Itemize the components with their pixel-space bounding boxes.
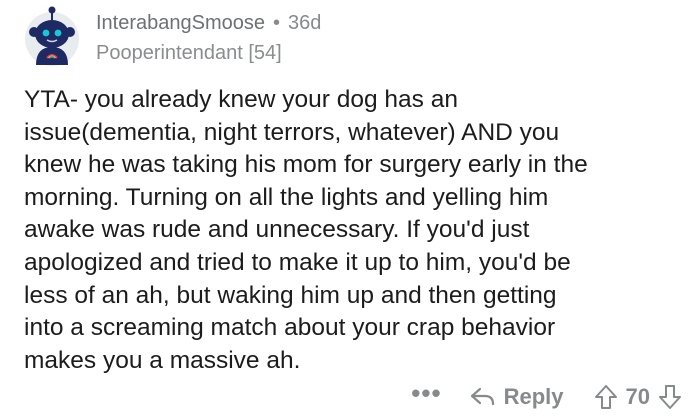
vote-score: 70	[625, 384, 650, 409]
author-line: InterabangSmoose • 36d	[96, 10, 321, 36]
reply-button[interactable]: Reply	[470, 384, 564, 410]
meta-separator: •	[273, 12, 281, 34]
reply-label: Reply	[503, 384, 564, 409]
comment-age: 36d	[288, 12, 322, 34]
upvote-arrow-icon[interactable]	[594, 384, 618, 410]
author-username[interactable]: InterabangSmoose	[96, 10, 265, 36]
author-block: InterabangSmoose • 36d Pooperintendant […	[96, 10, 321, 66]
avatar[interactable]	[22, 3, 82, 67]
comment: InterabangSmoose • 36d Pooperintendant […	[0, 0, 700, 420]
snoo-avatar-icon	[25, 6, 79, 66]
comment-actions: ••• Reply 70	[411, 380, 682, 410]
reply-arrow-icon	[470, 387, 494, 406]
vote-controls: 70	[594, 384, 682, 410]
user-flair: Pooperintendant [54]	[96, 42, 282, 64]
more-options-icon[interactable]: •••	[411, 380, 441, 406]
comment-body: YTA- you already knew your dog has an is…	[24, 86, 588, 374]
downvote-arrow-icon[interactable]	[658, 384, 682, 410]
